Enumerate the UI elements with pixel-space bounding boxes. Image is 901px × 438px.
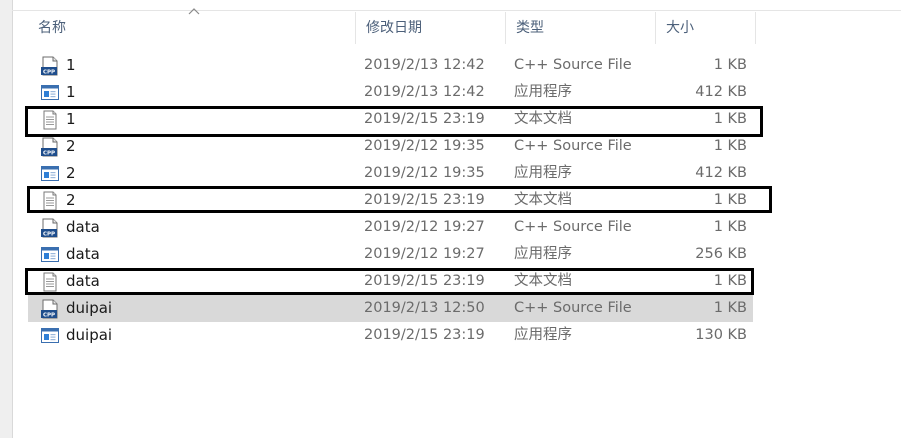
file-type: 文本文档 <box>514 111 572 127</box>
file-name: data <box>66 272 100 290</box>
text-document-icon <box>40 272 60 292</box>
file-row[interactable]: CPP data 2019/2/12 19:27 C++ Source File 1 K… <box>28 214 753 241</box>
file-name: 2 <box>66 191 76 209</box>
file-modified-date: 2019/2/15 23:19 <box>364 111 485 127</box>
file-type: 应用程序 <box>514 327 572 343</box>
file-size: 1 KB <box>713 192 747 208</box>
file-row[interactable]: 2 2019/2/15 23:19 文本文档 1 KB <box>28 187 753 214</box>
file-size: 1 KB <box>713 138 747 154</box>
text-document-icon <box>40 110 60 130</box>
svg-text:CPP: CPP <box>43 70 55 76</box>
cpp-file-icon: CPP <box>40 137 60 157</box>
file-size: 1 KB <box>713 111 747 127</box>
file-type: 应用程序 <box>514 246 572 262</box>
file-size: 256 KB <box>695 246 747 262</box>
file-name: 1 <box>66 83 76 101</box>
file-size: 1 KB <box>713 273 747 289</box>
file-modified-date: 2019/2/13 12:42 <box>364 84 485 100</box>
file-size: 1 KB <box>713 300 747 316</box>
file-name: 2 <box>66 137 76 155</box>
file-size: 1 KB <box>713 57 747 73</box>
file-row[interactable]: CPP duipai 2019/2/13 12:50 C++ Source File 1… <box>28 295 753 322</box>
file-type: C++ Source File <box>514 300 632 316</box>
file-size: 412 KB <box>695 84 747 100</box>
column-header-date[interactable]: 修改日期 <box>356 12 506 44</box>
column-header-type[interactable]: 类型 <box>506 12 656 44</box>
cpp-file-icon: CPP <box>40 218 60 238</box>
application-icon <box>40 245 60 265</box>
file-row[interactable]: duipai 2019/2/15 23:19 应用程序 130 KB <box>28 322 753 349</box>
file-size: 412 KB <box>695 165 747 181</box>
file-modified-date: 2019/2/15 23:19 <box>364 327 485 343</box>
file-modified-date: 2019/2/12 19:27 <box>364 219 485 235</box>
file-modified-date: 2019/2/12 19:35 <box>364 138 485 154</box>
file-name: 1 <box>66 56 76 74</box>
application-icon <box>40 83 60 103</box>
file-name: duipai <box>66 326 113 344</box>
column-header-name[interactable]: 名称 <box>28 12 356 44</box>
file-name: 1 <box>66 110 76 128</box>
file-row[interactable]: CPP 1 2019/2/13 12:42 C++ Source File 1 KB <box>28 52 753 79</box>
navigation-pane-edge <box>0 0 13 438</box>
file-type: C++ Source File <box>514 138 632 154</box>
header-top-border <box>12 10 901 11</box>
file-type: C++ Source File <box>514 219 632 235</box>
file-modified-date: 2019/2/15 23:19 <box>364 192 485 208</box>
file-name: duipai <box>66 299 113 317</box>
file-modified-date: 2019/2/13 12:50 <box>364 300 485 316</box>
cpp-file-icon: CPP <box>40 56 60 76</box>
text-document-icon <box>40 191 60 211</box>
file-row[interactable]: data 2019/2/15 23:19 文本文档 1 KB <box>28 268 753 295</box>
svg-text:CPP: CPP <box>43 313 55 319</box>
file-modified-date: 2019/2/13 12:42 <box>364 57 485 73</box>
cpp-file-icon: CPP <box>40 299 60 319</box>
application-icon <box>40 326 60 346</box>
column-header-bar: 名称 修改日期 类型 大小 <box>28 12 758 44</box>
file-name: data <box>66 245 100 263</box>
file-modified-date: 2019/2/15 23:19 <box>364 273 485 289</box>
file-modified-date: 2019/2/12 19:35 <box>364 165 485 181</box>
file-name: 2 <box>66 164 76 182</box>
file-size: 130 KB <box>695 327 747 343</box>
file-row[interactable]: 1 2019/2/13 12:42 应用程序 412 KB <box>28 79 753 106</box>
file-row[interactable]: CPP 2 2019/2/12 19:35 C++ Source File 1 KB <box>28 133 753 160</box>
file-row[interactable]: data 2019/2/12 19:27 应用程序 256 KB <box>28 241 753 268</box>
svg-text:CPP: CPP <box>43 151 55 157</box>
file-type: 应用程序 <box>514 165 572 181</box>
application-icon <box>40 164 60 184</box>
file-type: 应用程序 <box>514 84 572 100</box>
file-type: 文本文档 <box>514 273 572 289</box>
file-name: data <box>66 218 100 236</box>
file-size: 1 KB <box>713 219 747 235</box>
file-type: 文本文档 <box>514 192 572 208</box>
file-modified-date: 2019/2/12 19:27 <box>364 246 485 262</box>
column-header-size[interactable]: 大小 <box>656 12 756 44</box>
file-row[interactable]: 2 2019/2/12 19:35 应用程序 412 KB <box>28 160 753 187</box>
svg-text:CPP: CPP <box>43 232 55 238</box>
file-type: C++ Source File <box>514 57 632 73</box>
file-row[interactable]: 1 2019/2/15 23:19 文本文档 1 KB <box>28 106 753 133</box>
